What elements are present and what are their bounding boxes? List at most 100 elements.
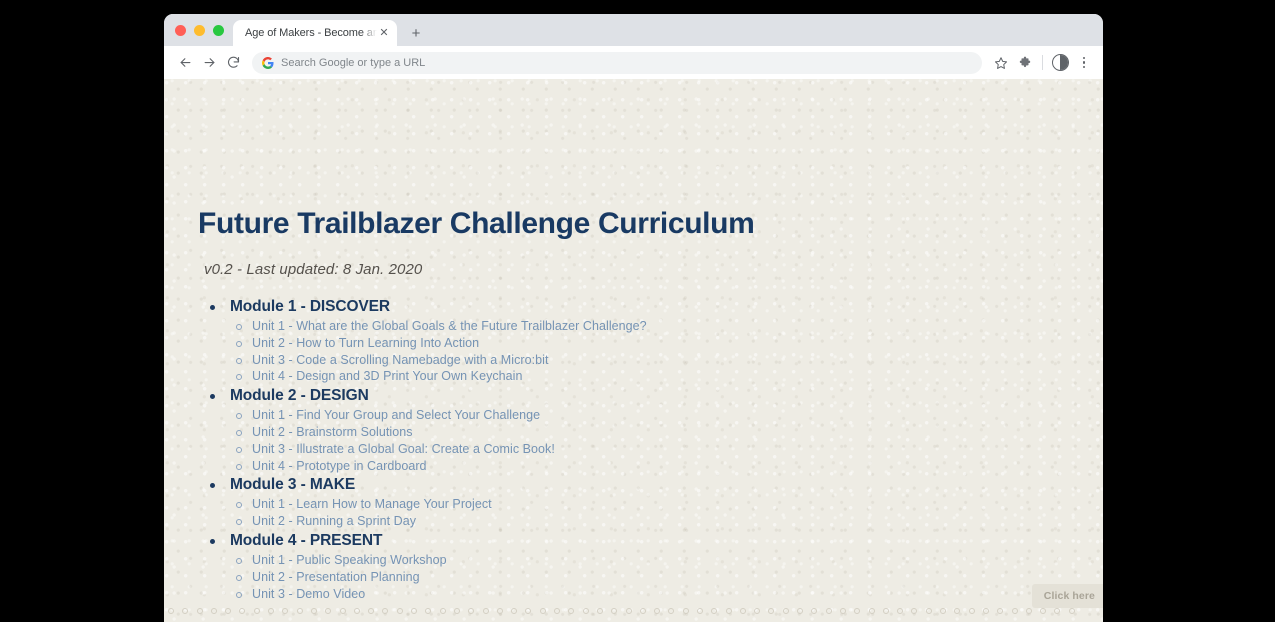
extension-puzzle-icon[interactable] — [1014, 52, 1036, 74]
punch-hole — [196, 608, 203, 614]
punch-hole — [568, 608, 575, 614]
punch-hole — [897, 608, 904, 614]
new-tab-button[interactable]: + — [403, 20, 429, 46]
unit-list: Unit 1 - Find Your Group and Select Your… — [200, 407, 647, 474]
forward-icon[interactable] — [198, 52, 220, 74]
page-subtitle: v0.2 - Last updated: 8 Jan. 2020 — [204, 261, 423, 278]
punch-hole — [682, 608, 689, 614]
punch-hole — [797, 608, 804, 614]
punch-hole — [439, 608, 446, 614]
punch-hole — [554, 608, 561, 614]
close-window-button[interactable] — [175, 24, 186, 36]
punch-hole — [825, 608, 832, 614]
unit-link[interactable]: Unit 4 - Prototype in Cardboard — [200, 458, 647, 475]
click-here-button[interactable]: Click here — [1031, 584, 1103, 608]
punch-hole — [253, 608, 260, 614]
unit-link[interactable]: Unit 3 - Demo Video — [200, 586, 647, 603]
punch-hole — [511, 608, 518, 614]
unit-link[interactable]: Unit 2 - How to Turn Learning Into Actio… — [200, 335, 647, 352]
minimize-window-button[interactable] — [194, 24, 205, 36]
maximize-window-button[interactable] — [213, 24, 224, 36]
module-item: Module 3 - MAKE Unit 1 - Learn How to Man… — [200, 474, 647, 530]
punch-hole — [325, 608, 332, 614]
curriculum-module-list: Module 1 - DISCOVER Unit 1 - What are the… — [200, 296, 647, 602]
browser-tab[interactable]: Age of Makers - Become an indepe ✕ — [233, 20, 397, 46]
punch-hole — [925, 608, 932, 614]
browser-window: Age of Makers - Become an indepe ✕ + — [164, 14, 1103, 622]
punch-hole — [711, 608, 718, 614]
chrome-menu-icon[interactable] — [1073, 52, 1095, 74]
punch-hole — [1025, 608, 1032, 614]
unit-link[interactable]: Unit 2 - Presentation Planning — [200, 569, 647, 586]
punch-hole — [725, 608, 732, 614]
google-g-icon — [262, 56, 274, 69]
punch-hole — [854, 608, 861, 614]
tab-title: Age of Makers - Become an indepe — [245, 27, 377, 39]
punch-hole — [582, 608, 589, 614]
punch-hole — [611, 608, 618, 614]
punch-hole — [1040, 608, 1047, 614]
punch-hole — [954, 608, 961, 614]
punch-hole — [868, 608, 875, 614]
back-icon[interactable] — [174, 52, 196, 74]
punch-hole — [997, 608, 1004, 614]
screen: Age of Makers - Become an indepe ✕ + — [0, 0, 1275, 622]
punch-hole — [596, 608, 603, 614]
address-bar[interactable]: Search Google or type a URL — [252, 51, 982, 74]
unit-link[interactable]: Unit 1 - Find Your Group and Select Your… — [200, 407, 647, 424]
reload-icon[interactable] — [222, 52, 244, 74]
module-heading: Module 1 - DISCOVER — [200, 296, 647, 318]
unit-link[interactable]: Unit 1 - Learn How to Manage Your Projec… — [200, 496, 647, 513]
punch-hole — [782, 608, 789, 614]
module-heading: Module 2 - DESIGN — [200, 385, 647, 407]
unit-list: Unit 1 - Public Speaking Workshop Unit 2 … — [200, 552, 647, 602]
unit-link[interactable]: Unit 3 - Code a Scrolling Namebadge with… — [200, 352, 647, 369]
unit-link[interactable]: Unit 2 - Brainstorm Solutions — [200, 424, 647, 441]
close-tab-icon[interactable]: ✕ — [377, 26, 391, 40]
module-item: Module 2 - DESIGN Unit 1 - Find Your Grou… — [200, 385, 647, 474]
punch-hole — [182, 608, 189, 614]
punch-hole — [968, 608, 975, 614]
browser-toolbar: Search Google or type a URL — [164, 46, 1103, 79]
unit-link[interactable]: Unit 2 - Running a Sprint Day — [200, 513, 647, 530]
punch-hole — [811, 608, 818, 614]
punch-hole — [1068, 608, 1075, 614]
punch-hole — [940, 608, 947, 614]
unit-list: Unit 1 - What are the Global Goals & the… — [200, 318, 647, 385]
punch-hole — [282, 608, 289, 614]
punch-hole — [210, 608, 217, 614]
tab-strip: Age of Makers - Become an indepe ✕ + — [164, 14, 1103, 46]
punch-hole — [482, 608, 489, 614]
address-bar-input[interactable]: Search Google or type a URL — [281, 57, 425, 69]
punch-hole — [225, 608, 232, 614]
punch-hole — [839, 608, 846, 614]
avatar — [1051, 54, 1069, 71]
punch-hole — [882, 608, 889, 614]
punch-hole — [496, 608, 503, 614]
punch-hole — [654, 608, 661, 614]
page-title: Future Trailblazer Challenge Curriculum — [198, 207, 755, 240]
punch-hole — [453, 608, 460, 614]
profile-avatar-icon[interactable] — [1049, 52, 1071, 74]
punch-hole — [1054, 608, 1061, 614]
module-heading: Module 3 - MAKE — [200, 474, 647, 496]
window-controls — [173, 14, 233, 46]
unit-link[interactable]: Unit 4 - Design and 3D Print Your Own Ke… — [200, 368, 647, 385]
punch-hole — [396, 608, 403, 614]
punch-hole — [239, 608, 246, 614]
unit-link[interactable]: Unit 1 - Public Speaking Workshop — [200, 552, 647, 569]
unit-link[interactable]: Unit 3 - Illustrate a Global Goal: Creat… — [200, 441, 647, 458]
punch-hole — [982, 608, 989, 614]
module-item: Module 1 - DISCOVER Unit 1 - What are the… — [200, 296, 647, 385]
punch-hole — [625, 608, 632, 614]
bookmark-star-icon[interactable] — [990, 52, 1012, 74]
punch-hole — [768, 608, 775, 614]
punch-hole — [411, 608, 418, 614]
page-content: Future Trailblazer Challenge Curriculum … — [164, 79, 1103, 622]
punch-hole — [382, 608, 389, 614]
punch-hole — [668, 608, 675, 614]
punch-hole — [639, 608, 646, 614]
unit-link[interactable]: Unit 1 - What are the Global Goals & the… — [200, 318, 647, 335]
punch-hole — [368, 608, 375, 614]
punch-hole — [339, 608, 346, 614]
